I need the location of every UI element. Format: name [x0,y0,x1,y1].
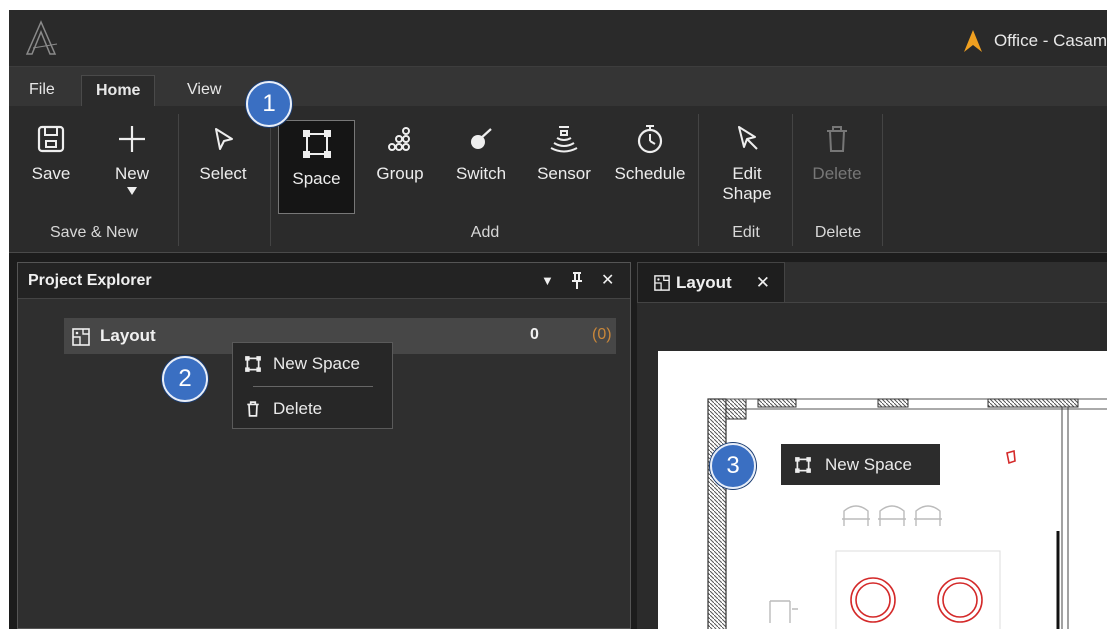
context-menu: New Space Delete [232,342,393,429]
tab-layout-document[interactable]: Layout ✕ [637,262,785,302]
canvas-new-space-tooltip[interactable]: New Space [781,444,940,485]
group-button[interactable]: Group [370,116,430,212]
pin-icon[interactable] [570,272,584,290]
space-icon [302,130,331,158]
plus-icon [119,126,145,152]
sensor-button-label: Sensor [537,164,591,183]
context-menu-separator [253,386,373,387]
select-button[interactable]: Select [193,116,253,212]
ribbon: Save New Select Space Group Switch Senso… [9,106,1107,253]
tab-view[interactable]: View [173,75,235,107]
layout-icon [654,274,670,291]
space-button-label: Space [292,169,341,188]
sensor-marker [1006,449,1016,465]
group-label-delete: Delete [814,224,862,241]
stopwatch-icon [637,125,663,154]
schedule-button-label: Schedule [614,164,686,183]
floor-plan-canvas[interactable] [658,351,1107,629]
switch-button-label: Switch [455,164,507,183]
context-menu-new-space-label: New Space [273,354,360,373]
dropdown-arrow-icon [127,187,137,195]
new-button[interactable]: New [105,116,159,212]
document-tab-close-icon[interactable]: ✕ [756,273,770,293]
switch-icon [471,128,492,149]
delete-button[interactable]: Delete [805,116,869,212]
tab-file[interactable]: File [15,75,69,107]
app-logo-icon [25,20,58,55]
group-button-label: Group [376,164,424,183]
tree-item-subcount: (0) [592,326,612,343]
panel-dropdown-icon[interactable]: ▼ [541,273,554,288]
ribbon-tab-strip: File Home View [9,66,1107,107]
context-menu-delete[interactable]: Delete [233,390,392,428]
round-table [850,577,896,623]
window [757,398,797,408]
panel-close-icon[interactable]: ✕ [601,270,614,290]
canvas-tooltip-label: New Space [825,454,912,474]
trash-icon [827,126,847,152]
group-label-add: Add [470,224,500,241]
project-explorer-header: Project Explorer ▼ ✕ [18,263,630,299]
edit-shape-icon [738,126,758,150]
edit-shape-label-line1: Edit [732,164,762,183]
window [987,398,1079,408]
chair-side [769,600,798,623]
group-label-save-new: Save & New [49,224,139,241]
space-icon [795,456,811,473]
wall-left [707,398,727,629]
project-explorer-panel: Project Explorer ▼ ✕ Layout 0 (0) [17,262,631,629]
switch-button[interactable]: Switch [451,116,511,212]
schedule-button[interactable]: Schedule [609,116,691,212]
group-label-edit: Edit [732,224,760,241]
new-button-label: New [114,164,149,183]
save-icon [37,125,65,153]
window [877,398,909,408]
window-title: Office - Casam [962,28,1107,54]
callout-badge-1: 1 [246,81,292,127]
delete-button-label: Delete [812,164,862,183]
context-menu-delete-label: Delete [273,399,323,418]
space-icon [245,356,261,372]
tab-home[interactable]: Home [81,75,156,107]
layout-icon [72,328,90,346]
tree-item-label: Layout [100,326,156,345]
project-explorer-title: Project Explorer [28,272,152,289]
edit-shape-label-line2: Shape [722,184,772,203]
group-icon [388,127,410,151]
edit-shape-button[interactable]: Edit Shape [717,116,777,212]
sensor-icon [550,126,578,153]
trash-icon [247,401,259,417]
wall-right [1061,407,1069,629]
context-menu-new-space[interactable]: New Space [233,345,392,383]
callout-badge-3: 3 [710,443,756,489]
floor-plan-drawing [707,398,1107,629]
round-table [937,577,983,623]
title-bar: Office - Casam [9,10,1107,66]
callout-badge-2: 2 [162,356,208,402]
ribbon-separator [178,114,179,246]
save-button[interactable]: Save [23,116,79,212]
cursor-icon [215,128,233,150]
select-button-label: Select [199,164,247,183]
chairs-row [842,505,942,526]
sensor-button[interactable]: Sensor [533,116,595,212]
window-title-text: Office - Casam [993,31,1107,50]
app-window: Office - Casam File Home View Save New S… [9,10,1107,629]
app-accent-icon [963,30,982,52]
document-tab-label: Layout [676,272,732,292]
save-button-label: Save [31,164,71,183]
tree-item-count: 0 [530,326,539,343]
space-button[interactable]: Space [278,120,355,214]
